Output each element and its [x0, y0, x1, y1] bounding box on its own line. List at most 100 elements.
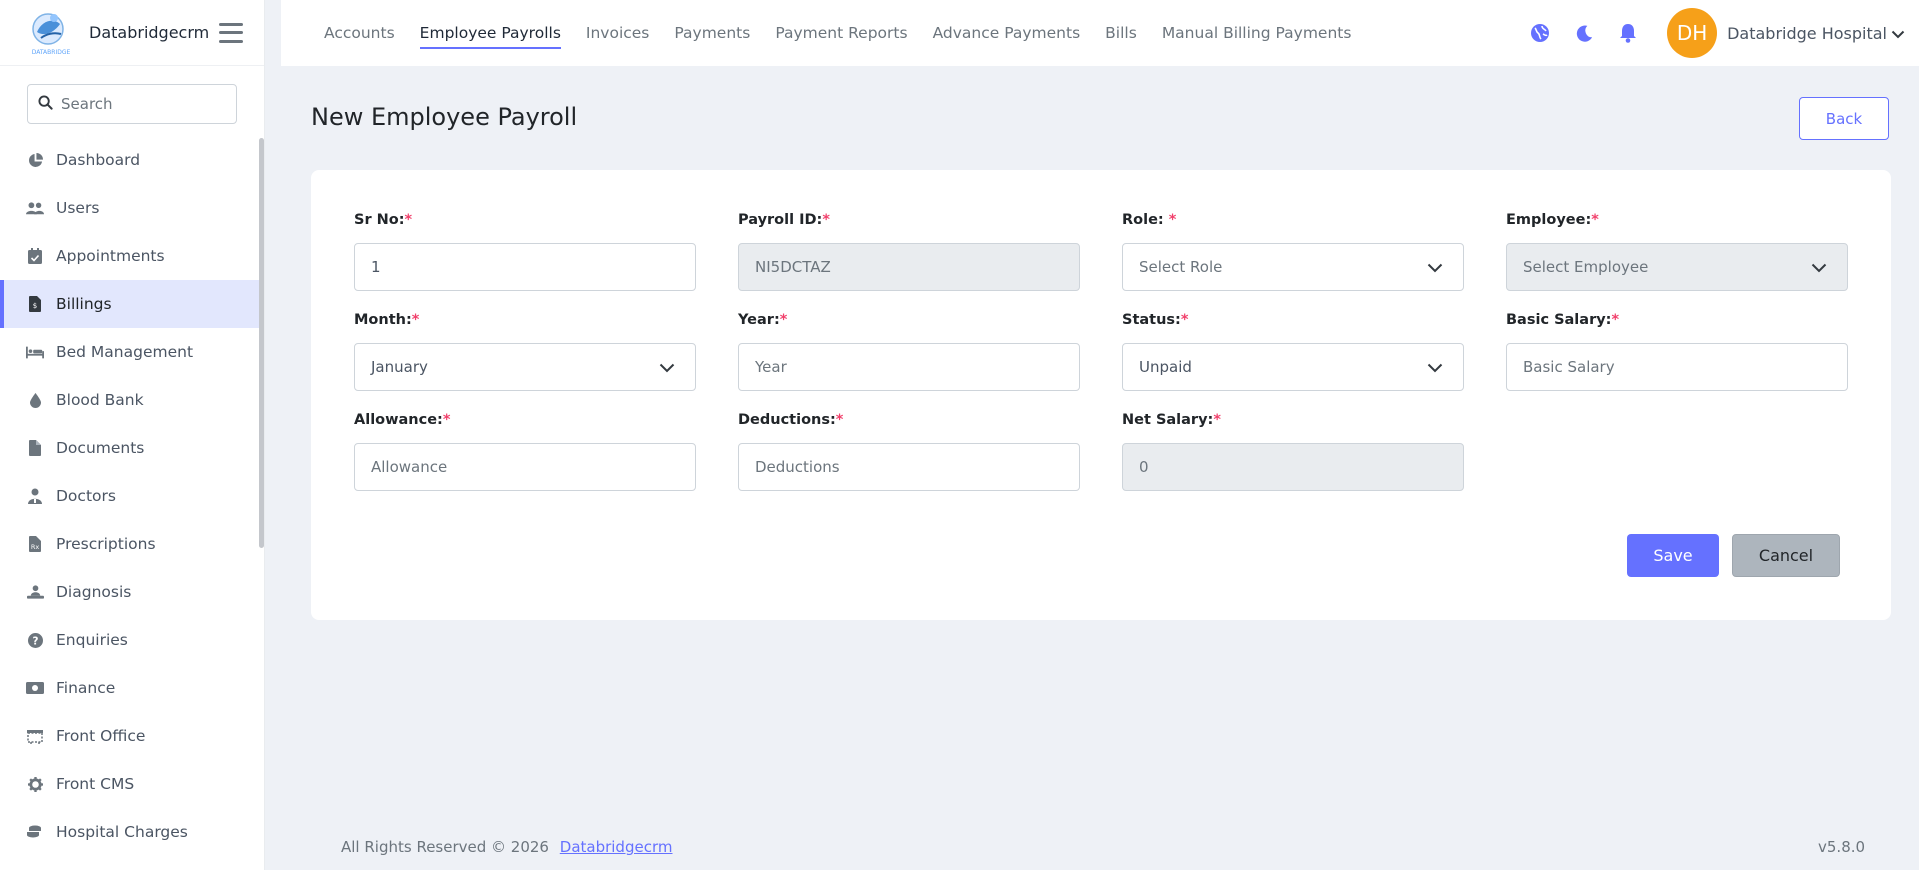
- month-select[interactable]: January: [354, 343, 696, 391]
- tab-bills[interactable]: Bills: [1105, 0, 1137, 66]
- sidebar-item-label: Diagnosis: [56, 583, 132, 601]
- chevron-down-icon: [1427, 259, 1443, 277]
- employee-label: Employee:*: [1506, 212, 1599, 228]
- chart-pie-icon: [26, 151, 44, 169]
- bell-icon[interactable]: [1617, 22, 1639, 44]
- brand-name: Databridgecrm: [89, 23, 210, 42]
- sidebar-item-enquiries[interactable]: ? Enquiries: [0, 616, 260, 664]
- dumpster-icon: [26, 727, 44, 745]
- status-field: Status:* Unpaid: [1122, 312, 1464, 391]
- status-label: Status:*: [1122, 312, 1189, 328]
- deductions-input-wrap: [738, 443, 1080, 491]
- year-input[interactable]: [755, 358, 1055, 376]
- calendar-check-icon: [26, 247, 44, 265]
- payroll-form-card: Sr No:* 1 Payroll ID:* NI5DCTAZ Role: * …: [311, 170, 1891, 620]
- page-title: New Employee Payroll: [311, 103, 578, 131]
- sidebar-item-hospital-charges[interactable]: Hospital Charges: [0, 808, 260, 856]
- tab-advance-payments[interactable]: Advance Payments: [933, 0, 1081, 66]
- brand-logo-text: DATABRIDGE: [32, 49, 71, 56]
- sidebar-item-label: Documents: [56, 439, 145, 457]
- chevron-down-icon: [1811, 259, 1827, 277]
- basic-salary-input[interactable]: [1523, 358, 1823, 376]
- save-button[interactable]: Save: [1627, 534, 1719, 577]
- cancel-button[interactable]: Cancel: [1732, 534, 1840, 577]
- topbar: Accounts Employee Payrolls Invoices Paym…: [281, 0, 1919, 66]
- money-bill-icon: [26, 679, 44, 697]
- sidebar-item-prescriptions[interactable]: Rx Prescriptions: [0, 520, 260, 568]
- sidebar-item-billings[interactable]: $ Billings: [0, 280, 260, 328]
- year-label: Year:*: [738, 312, 788, 328]
- chevron-down-icon[interactable]: [1891, 24, 1905, 43]
- sidebar-item-diagnosis[interactable]: Diagnosis: [0, 568, 260, 616]
- user-doctor-icon: [26, 487, 44, 505]
- tab-payments[interactable]: Payments: [674, 0, 750, 66]
- payroll-id-field: Payroll ID:* NI5DCTAZ: [738, 212, 1080, 291]
- menu-toggle-icon[interactable]: [219, 22, 243, 43]
- file-icon: [26, 439, 44, 457]
- back-button[interactable]: Back: [1799, 97, 1889, 140]
- allowance-label: Allowance:*: [354, 412, 451, 428]
- employee-select[interactable]: Select Employee: [1506, 243, 1848, 291]
- month-select-value: January: [371, 358, 428, 376]
- sidebar-item-label: Billings: [56, 295, 112, 313]
- deductions-input[interactable]: [755, 458, 1055, 476]
- deductions-field: Deductions:*: [738, 412, 1080, 491]
- brand: DATABRIDGE Databridgecrm: [0, 0, 264, 66]
- month-label: Month:*: [354, 312, 420, 328]
- sidebar-item-appointments[interactable]: Appointments: [0, 232, 260, 280]
- sidebar-item-label: Front Office: [56, 727, 146, 745]
- sidebar-search[interactable]: [27, 84, 237, 124]
- sr-no-input[interactable]: 1: [354, 243, 696, 291]
- sidebar-scrollbar[interactable]: [259, 138, 264, 548]
- app-version: v5.8.0: [1818, 838, 1866, 856]
- chevron-down-icon: [1427, 359, 1443, 377]
- sidebar-item-label: Blood Bank: [56, 391, 144, 409]
- sidebar-item-finance[interactable]: Finance: [0, 664, 260, 712]
- basic-salary-label: Basic Salary:*: [1506, 312, 1620, 328]
- allowance-input[interactable]: [371, 458, 671, 476]
- user-name[interactable]: Databridge Hospital: [1727, 24, 1887, 43]
- sidebar: DATABRIDGE Databridgecrm Dashboard Users…: [0, 0, 265, 870]
- tint-icon: [26, 391, 44, 409]
- month-field: Month:* January: [354, 312, 696, 391]
- net-salary-input: 0: [1122, 443, 1464, 491]
- sidebar-item-dashboard[interactable]: Dashboard: [0, 136, 260, 184]
- brand-logo[interactable]: DATABRIDGE: [24, 8, 78, 58]
- footer-link[interactable]: Databridgecrm: [560, 838, 673, 856]
- employee-select-value: Select Employee: [1523, 258, 1649, 276]
- sidebar-item-label: Users: [56, 199, 100, 217]
- status-select[interactable]: Unpaid: [1122, 343, 1464, 391]
- moon-icon[interactable]: [1573, 22, 1595, 44]
- avatar[interactable]: DH: [1667, 8, 1718, 58]
- tab-payment-reports[interactable]: Payment Reports: [775, 0, 907, 66]
- allowance-input-wrap: [354, 443, 696, 491]
- tab-accounts[interactable]: Accounts: [324, 0, 395, 66]
- role-label: Role: *: [1122, 212, 1177, 228]
- svg-text:?: ?: [32, 635, 38, 647]
- svg-text:$: $: [33, 302, 37, 310]
- globe-icon[interactable]: [1529, 22, 1551, 44]
- sidebar-item-bed-management[interactable]: Bed Management: [0, 328, 260, 376]
- sidebar-item-users[interactable]: Users: [0, 184, 260, 232]
- sidebar-item-front-cms[interactable]: Front CMS: [0, 760, 260, 808]
- question-circle-icon: ?: [26, 631, 44, 649]
- basic-salary-field: Basic Salary:*: [1506, 312, 1848, 391]
- sidebar-item-documents[interactable]: Documents: [0, 424, 260, 472]
- sidebar-item-front-office[interactable]: Front Office: [0, 712, 260, 760]
- sidebar-item-doctors[interactable]: Doctors: [0, 472, 260, 520]
- footer-copyright: All Rights Reserved © 2026: [341, 838, 549, 856]
- sidebar-item-blood-bank[interactable]: Blood Bank: [0, 376, 260, 424]
- role-select[interactable]: Select Role: [1122, 243, 1464, 291]
- file-prescription-icon: Rx: [26, 535, 44, 553]
- payroll-id-input: NI5DCTAZ: [738, 243, 1080, 291]
- sidebar-item-label: Bed Management: [56, 343, 194, 361]
- tab-employee-payrolls[interactable]: Employee Payrolls: [419, 0, 562, 66]
- tab-invoices[interactable]: Invoices: [586, 0, 650, 66]
- search-input[interactable]: [61, 95, 221, 113]
- role-field: Role: * Select Role: [1122, 212, 1464, 291]
- tab-manual-billing-payments[interactable]: Manual Billing Payments: [1162, 0, 1352, 66]
- basic-salary-input-wrap: [1506, 343, 1848, 391]
- sidebar-item-label: Appointments: [56, 247, 165, 265]
- sidebar-item-label: Doctors: [56, 487, 116, 505]
- sidebar-item-label: Dashboard: [56, 151, 141, 169]
